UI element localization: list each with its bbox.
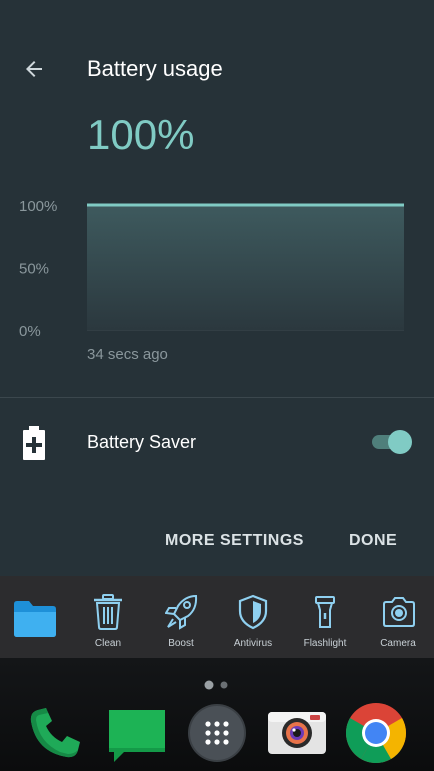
page-dot-active	[204, 680, 214, 690]
rocket-icon	[165, 594, 198, 630]
toolbar-item-boost[interactable]: Boost	[146, 576, 216, 658]
battery-usage-chart: 100% 50% 0% 34 secs ago	[19, 198, 404, 363]
toolbar-item-label: Boost	[168, 638, 194, 649]
toolbar-item-label: Flashlight	[303, 638, 347, 649]
dock-app-chrome[interactable]	[345, 702, 407, 764]
more-settings-button[interactable]: MORE SETTINGS	[165, 526, 304, 556]
camera-icon	[383, 597, 415, 627]
shield-icon	[238, 594, 268, 630]
page-indicator	[204, 680, 228, 690]
trash-icon	[94, 594, 122, 630]
toolbar-item-label: Clean	[94, 638, 122, 649]
arrow-back-icon	[26, 61, 42, 77]
back-button[interactable]	[14, 49, 54, 89]
dock-app-messages[interactable]	[106, 702, 168, 764]
app-drawer-icon	[188, 704, 246, 762]
battery-plus-icon	[23, 426, 45, 460]
flashlight-icon	[315, 596, 335, 628]
chart-area-fill	[87, 205, 404, 330]
quick-tools-bar: Clean Boost Antivirus Flashlight Camera	[0, 576, 434, 658]
y-tick-label: 50%	[19, 261, 49, 278]
battery-saver-row[interactable]: Battery Saver	[0, 410, 434, 474]
toolbar-item-files[interactable]	[0, 576, 70, 658]
chrome-icon	[345, 703, 406, 764]
dock-app-drawer[interactable]	[186, 702, 248, 764]
page-dot	[220, 681, 228, 689]
done-button[interactable]: DONE	[349, 526, 397, 556]
toolbar-item-clean[interactable]: Clean	[73, 576, 143, 658]
camera-app-icon	[268, 712, 326, 754]
messages-icon	[109, 710, 165, 762]
battery-saver-toggle[interactable]	[370, 430, 412, 454]
toolbar-item-label: Antivirus	[233, 638, 273, 649]
dock-app-camera[interactable]	[266, 702, 328, 764]
battery-level-text: 100%	[87, 111, 195, 158]
toolbar-item-antivirus[interactable]: Antivirus	[218, 576, 288, 658]
folder-icon	[14, 601, 56, 637]
battery-usage-dialog: Battery usage 100% 100% 50% 0% 34 secs a…	[0, 0, 434, 576]
toolbar-item-flashlight[interactable]: Flashlight	[290, 576, 360, 658]
toggle-thumb	[388, 430, 412, 454]
divider	[0, 397, 434, 398]
toolbar-item-camera[interactable]: Camera	[363, 576, 433, 658]
screen: Battery usage 100% 100% 50% 0% 34 secs a…	[0, 0, 434, 771]
y-tick-label: 100%	[19, 198, 57, 215]
phone-icon	[30, 708, 80, 758]
page-title: Battery usage	[87, 56, 223, 81]
dock-app-phone[interactable]	[24, 702, 86, 764]
y-tick-label: 0%	[19, 323, 41, 340]
toolbar-item-label: Camera	[380, 638, 416, 649]
x-axis-label: 34 secs ago	[87, 346, 168, 363]
battery-saver-label: Battery Saver	[87, 432, 197, 452]
